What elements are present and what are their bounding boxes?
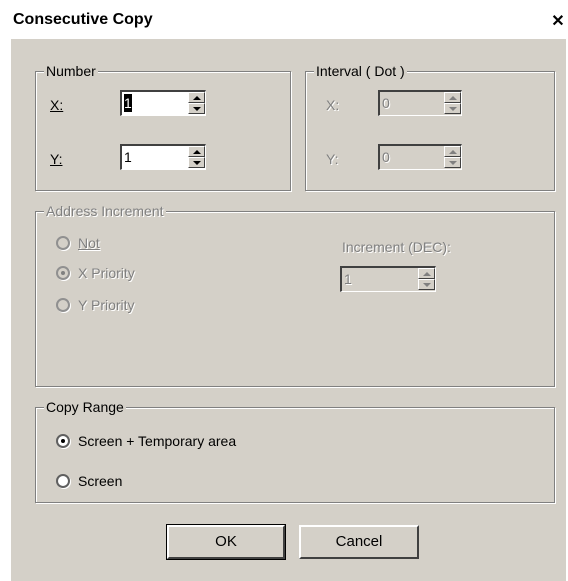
address-increment-legend: Address Increment [44, 202, 166, 220]
number-y-label: Y: [50, 151, 63, 167]
copy-range-group: Copy Range Screen + Temporary area Scree… [35, 398, 555, 503]
down-arrow-icon[interactable] [444, 157, 461, 168]
number-y-spin-buttons [188, 146, 205, 169]
number-y-value: 1 [124, 149, 132, 165]
radio-x-priority[interactable] [56, 266, 70, 280]
up-arrow-icon[interactable] [188, 92, 205, 103]
interval-y-spin-buttons [444, 146, 461, 169]
number-x-spinner[interactable]: 1 [120, 90, 206, 116]
address-increment-group: Address Increment Not X Priority Y Prior… [35, 202, 555, 387]
up-arrow-icon[interactable] [188, 146, 205, 157]
radio-not-label: Not [78, 235, 100, 251]
radio-y-priority[interactable] [56, 298, 70, 312]
increment-spin-buttons [418, 268, 435, 291]
title-bar: Consecutive Copy ✕ [11, 5, 567, 39]
copy-range-legend: Copy Range [44, 398, 126, 416]
up-arrow-icon[interactable] [444, 92, 461, 103]
number-legend: Number [44, 62, 98, 80]
interval-x-spinner[interactable]: 0 [378, 90, 462, 116]
number-x-value: 1 [124, 95, 132, 111]
interval-x-label: X: [326, 97, 340, 113]
cancel-button[interactable]: Cancel [299, 525, 419, 559]
window-title: Consecutive Copy [13, 11, 153, 28]
radio-screen[interactable] [56, 474, 70, 488]
increment-label: Increment (DEC): [342, 239, 451, 255]
down-arrow-icon[interactable] [188, 157, 205, 168]
increment-spinner[interactable]: 1 [340, 266, 436, 292]
number-y-spinner[interactable]: 1 [120, 144, 206, 170]
up-arrow-icon[interactable] [418, 268, 435, 279]
interval-y-value: 0 [382, 149, 390, 165]
radio-screen-temporary-label: Screen + Temporary area [78, 433, 237, 449]
down-arrow-icon[interactable] [418, 279, 435, 290]
interval-x-spin-buttons [444, 92, 461, 115]
number-group: Number X: 1 Y: 1 [35, 62, 291, 191]
interval-x-value: 0 [382, 95, 390, 111]
down-arrow-icon[interactable] [444, 103, 461, 114]
radio-x-priority-label: X Priority [78, 265, 135, 281]
interval-y-label: Y: [326, 151, 339, 167]
down-arrow-icon[interactable] [188, 103, 205, 114]
number-x-label: X: [50, 97, 64, 113]
close-icon[interactable]: ✕ [549, 13, 567, 31]
interval-group: Interval ( Dot ) X: 0 Y: 0 [305, 62, 555, 191]
consecutive-copy-dialog: Consecutive Copy ✕ Number X: 1 Y: 1 Inte… [10, 4, 567, 581]
number-x-spin-buttons [188, 92, 205, 115]
increment-value: 1 [344, 271, 352, 287]
radio-selected-dot [61, 271, 65, 275]
radio-screen-temporary[interactable] [56, 434, 70, 448]
interval-y-spinner[interactable]: 0 [378, 144, 462, 170]
up-arrow-icon[interactable] [444, 146, 461, 157]
interval-legend: Interval ( Dot ) [314, 62, 407, 80]
radio-screen-label: Screen [78, 473, 123, 489]
radio-selected-dot [61, 439, 65, 443]
radio-not[interactable] [56, 236, 70, 250]
ok-button[interactable]: OK [166, 524, 286, 560]
radio-y-priority-label: Y Priority [78, 297, 135, 313]
